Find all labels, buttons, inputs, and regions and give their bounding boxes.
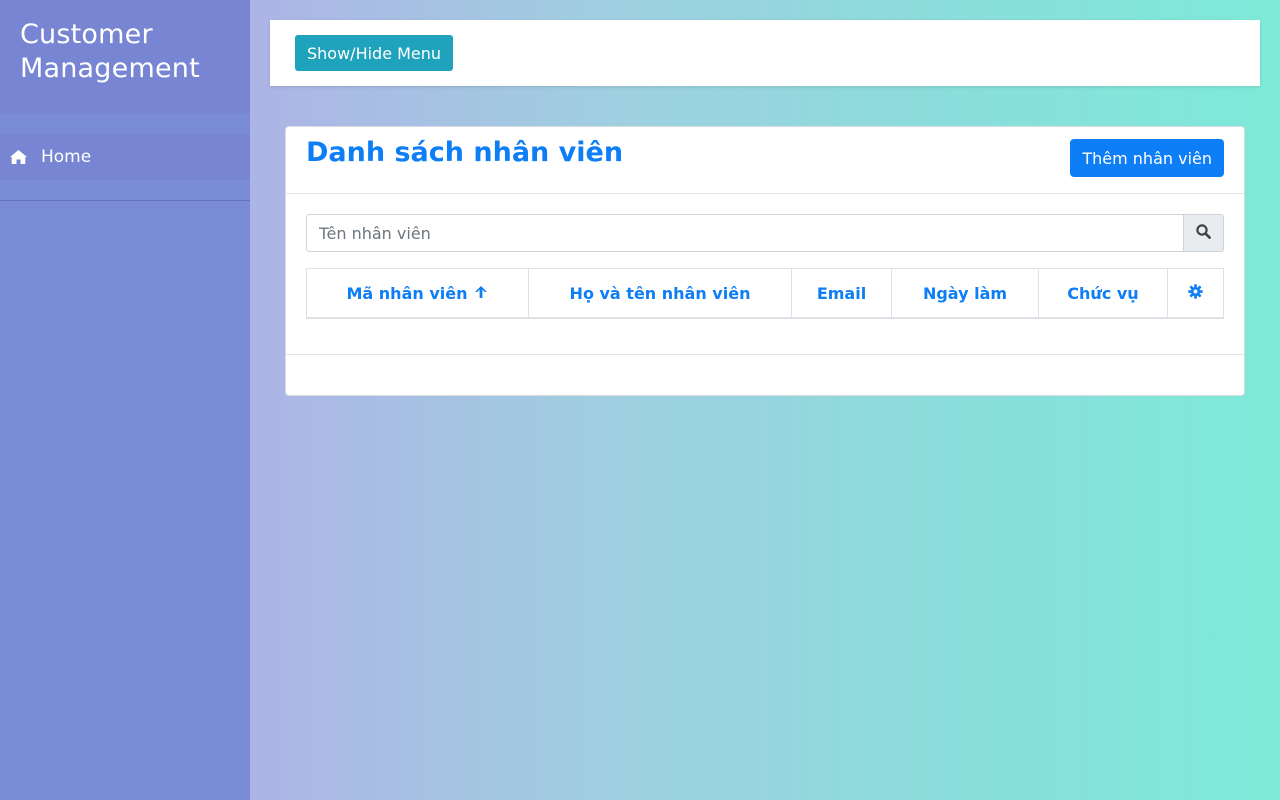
home-icon [10,149,28,165]
column-email[interactable]: Email [791,268,892,319]
card-footer [286,354,1244,395]
employee-list-card: Danh sách nhân viên Thêm nhân viên Mã [285,126,1245,396]
main-area: Show/Hide Menu Danh sách nhân viên Thêm … [250,0,1280,800]
column-label: Mã nhân viên [346,283,468,303]
sidebar-item-home[interactable]: Home [0,134,250,180]
sidebar-divider [0,200,250,201]
sidebar: Customer Management Home [0,0,250,800]
sidebar-menu: Home [0,134,250,180]
toggle-menu-button[interactable]: Show/Hide Menu [295,35,454,71]
column-settings[interactable] [1167,268,1224,319]
top-bar: Show/Hide Menu [270,20,1260,86]
table-header-row: Mã nhân viên Họ và tên nhân viên Email N… [306,268,1224,319]
brand-line-1: Customer [20,19,153,50]
column-full-name[interactable]: Họ và tên nhân viên [528,268,792,319]
column-position[interactable]: Chức vụ [1038,268,1168,319]
brand-line-2: Management [20,53,200,84]
add-employee-button[interactable]: Thêm nhân viên [1070,139,1224,177]
search-group [306,214,1224,252]
card-body: Mã nhân viên Họ và tên nhân viên Email N… [286,194,1244,319]
sidebar-item-label: Home [41,147,92,167]
employee-table: Mã nhân viên Họ và tên nhân viên Email N… [306,268,1224,319]
column-employee-id[interactable]: Mã nhân viên [306,268,529,319]
search-input[interactable] [306,214,1183,252]
search-icon [1196,223,1211,243]
page-title: Danh sách nhân viên [306,137,624,168]
sidebar-header: Customer Management [0,0,250,113]
arrow-up-icon [474,284,488,303]
search-button[interactable] [1183,214,1224,252]
gear-icon [1188,283,1203,303]
brand-title: Customer Management [20,18,230,86]
column-start-date[interactable]: Ngày làm [891,268,1039,319]
card-header: Danh sách nhân viên Thêm nhân viên [286,127,1244,194]
